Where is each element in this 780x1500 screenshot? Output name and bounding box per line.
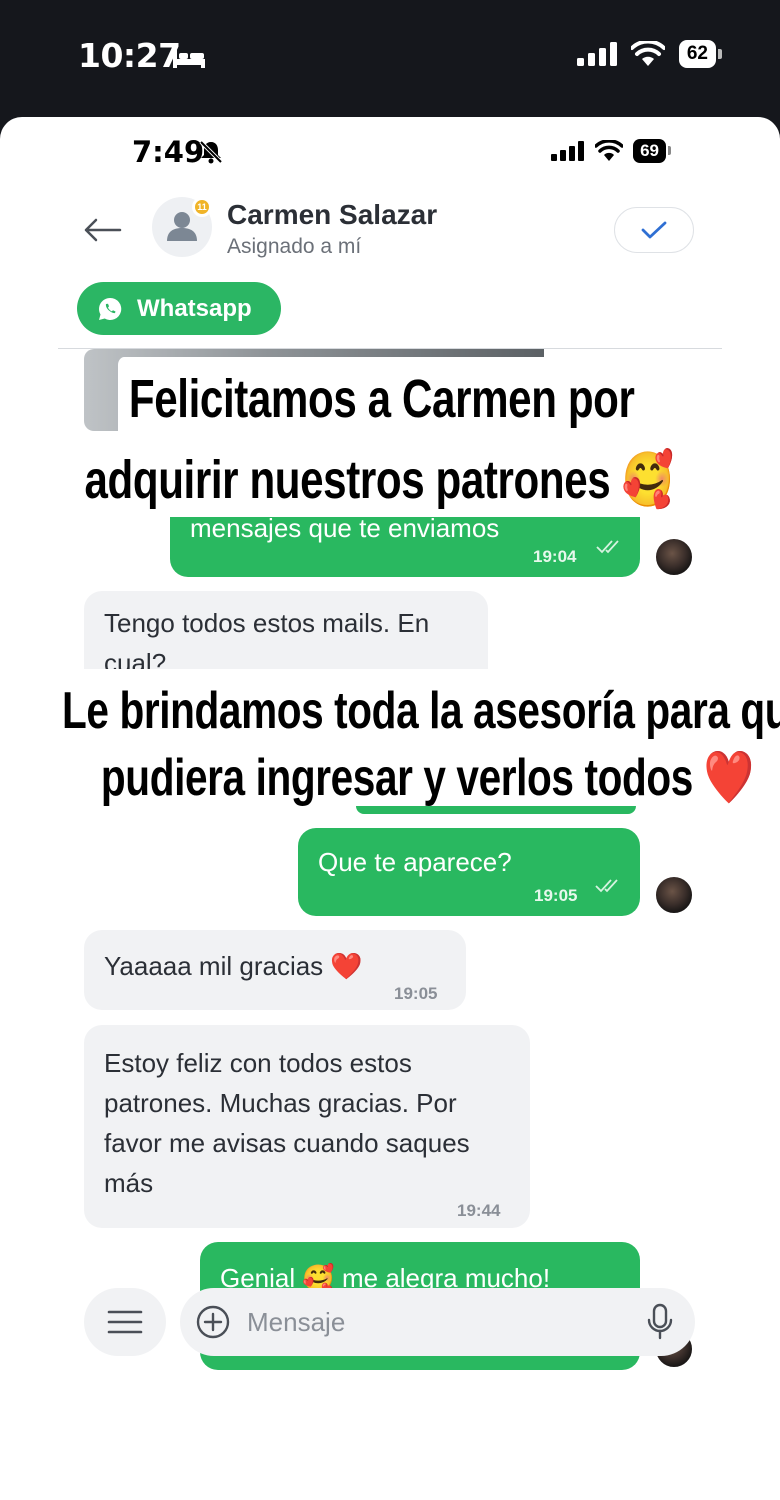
- message-time: 19:04: [533, 547, 577, 566]
- caption-overlay-1-line2: adquirir nuestros patrones 🥰: [72, 439, 687, 521]
- inner-status-time: 7:49: [132, 135, 205, 169]
- hidden-outgoing-bubble-edge: [356, 806, 636, 814]
- app-screen: 7:49 69 11 Carmen Salazar Asignado a mí …: [0, 117, 780, 1500]
- message-time: 19:05: [394, 984, 438, 1003]
- double-check-icon: [596, 540, 619, 554]
- battery-level: 62: [686, 43, 708, 64]
- outer-status-bar: 10:27 62: [0, 0, 780, 118]
- message-incoming[interactable]: Estoy feliz con todos estos patrones. Mu…: [84, 1025, 530, 1228]
- avatar-badge: 11: [192, 197, 212, 217]
- signal-icon: [551, 141, 585, 161]
- caption-text: adquirir nuestros patrones: [84, 450, 611, 510]
- message-input[interactable]: Mensaje: [180, 1288, 695, 1356]
- back-arrow-icon[interactable]: [80, 212, 124, 248]
- signal-icon: [576, 42, 617, 66]
- smiling-hearts-emoji: 🥰: [621, 450, 674, 510]
- battery-icon: 62: [678, 40, 723, 68]
- caption-overlay-1-line1: Felicitamos a Carmen por: [118, 357, 646, 441]
- message-input-placeholder: Mensaje: [247, 1307, 346, 1337]
- message-outgoing[interactable]: Que te aparece? 19:05: [298, 828, 640, 916]
- resolve-button[interactable]: [614, 207, 694, 253]
- inner-status-bar: 7:49 69: [0, 117, 780, 187]
- bed-icon: [173, 50, 205, 68]
- battery-icon: 69: [633, 139, 671, 163]
- channel-chip-whatsapp[interactable]: Whatsapp: [77, 282, 281, 335]
- caption-text: Le brindamos toda la asesoría para que: [62, 682, 780, 740]
- message-outgoing[interactable]: mensajes que te enviamos 19:04: [170, 517, 640, 577]
- message-incoming[interactable]: Yaaaaa mil gracias ❤️ 19:05: [84, 930, 466, 1010]
- whatsapp-icon: [99, 297, 122, 320]
- caption-overlay-2-line2: pudiera ingresar y verlos todos ❤️: [90, 741, 765, 815]
- caption-text: Felicitamos a Carmen por: [128, 369, 635, 429]
- menu-button[interactable]: [84, 1288, 166, 1356]
- outer-status-indicators: 62: [576, 40, 723, 68]
- contact-name: Carmen Salazar: [227, 199, 438, 230]
- wifi-icon: [630, 41, 665, 66]
- message-time: 19:44: [457, 1201, 501, 1220]
- message-incoming[interactable]: Tengo todos estos mails. En cual?: [84, 591, 488, 671]
- bell-slash-icon: [199, 140, 223, 164]
- message-time: 19:05: [534, 886, 578, 905]
- status-time: 10:27: [78, 36, 181, 75]
- agent-avatar: [654, 875, 694, 915]
- microphone-icon[interactable]: [646, 1303, 674, 1341]
- battery-level: 69: [640, 141, 659, 160]
- wifi-icon: [595, 140, 624, 161]
- check-icon: [641, 221, 667, 239]
- double-check-icon: [595, 879, 618, 893]
- caption-text: pudiera ingresar y verlos todos: [100, 749, 693, 807]
- menu-icon: [107, 1310, 143, 1334]
- message-text: mensajes que te enviamos: [190, 517, 500, 543]
- channel-chip-label: Whatsapp: [137, 294, 252, 322]
- agent-avatar: [654, 537, 694, 577]
- plus-circle-icon[interactable]: [195, 1304, 231, 1340]
- message-text: Estoy feliz con todos estos patrones. Mu…: [104, 1048, 470, 1198]
- inner-status-indicators: 69: [551, 139, 671, 163]
- message-text: Tengo todos estos mails. En cual?: [104, 608, 430, 671]
- red-heart-emoji: ❤️: [703, 749, 755, 807]
- contact-subtitle: Asignado a mí: [227, 235, 362, 258]
